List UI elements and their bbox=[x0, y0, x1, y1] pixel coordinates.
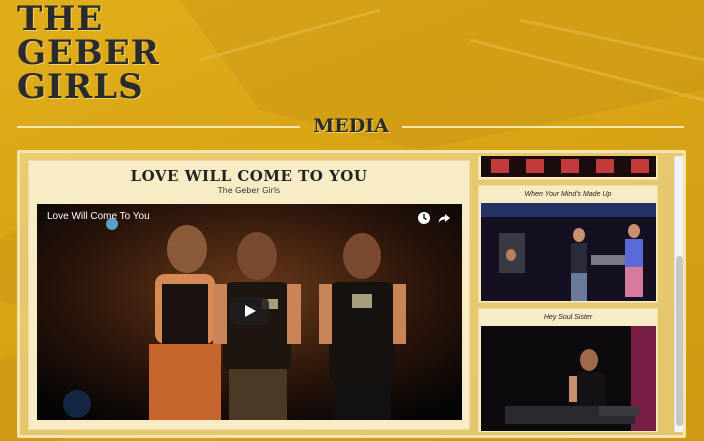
logo-line: THE bbox=[17, 0, 104, 39]
divider-left bbox=[17, 126, 300, 128]
scrollbar-thumb[interactable] bbox=[676, 256, 683, 426]
section-title: MEDIA bbox=[313, 115, 389, 137]
site-logo[interactable]: THE GEBER GIRLS bbox=[17, 2, 160, 104]
divider-right bbox=[402, 126, 684, 128]
video-thumbnail bbox=[481, 203, 656, 301]
share-icon[interactable] bbox=[437, 210, 451, 224]
video-playlist: When Your Mind's Made Up Hey Soul Sister bbox=[478, 156, 660, 432]
playlist-item-title: When Your Mind's Made Up bbox=[524, 191, 612, 198]
player-video-title[interactable]: Love Will Come To You bbox=[47, 211, 150, 222]
logo-line: GIRLS bbox=[17, 67, 144, 107]
video-player[interactable]: Love Will Come To You bbox=[37, 204, 462, 420]
video-thumbnail bbox=[481, 156, 656, 177]
clock-icon[interactable] bbox=[417, 210, 431, 224]
playlist-item-title: Hey Soul Sister bbox=[543, 314, 593, 321]
playlist-item[interactable]: Hey Soul Sister bbox=[478, 308, 658, 432]
logo-line: GEBER bbox=[17, 33, 160, 73]
video-thumbnail bbox=[481, 326, 656, 431]
featured-video-title: LOVE WILL COME TO YOU bbox=[130, 167, 368, 185]
playlist-item[interactable]: When Your Mind's Made Up bbox=[478, 185, 658, 303]
play-icon[interactable] bbox=[230, 297, 269, 325]
featured-video-artist: The Geber Girls bbox=[217, 186, 281, 195]
section-heading: MEDIA bbox=[0, 115, 704, 137]
playlist-scrollbar[interactable] bbox=[674, 156, 683, 432]
playlist-item[interactable] bbox=[478, 156, 658, 180]
